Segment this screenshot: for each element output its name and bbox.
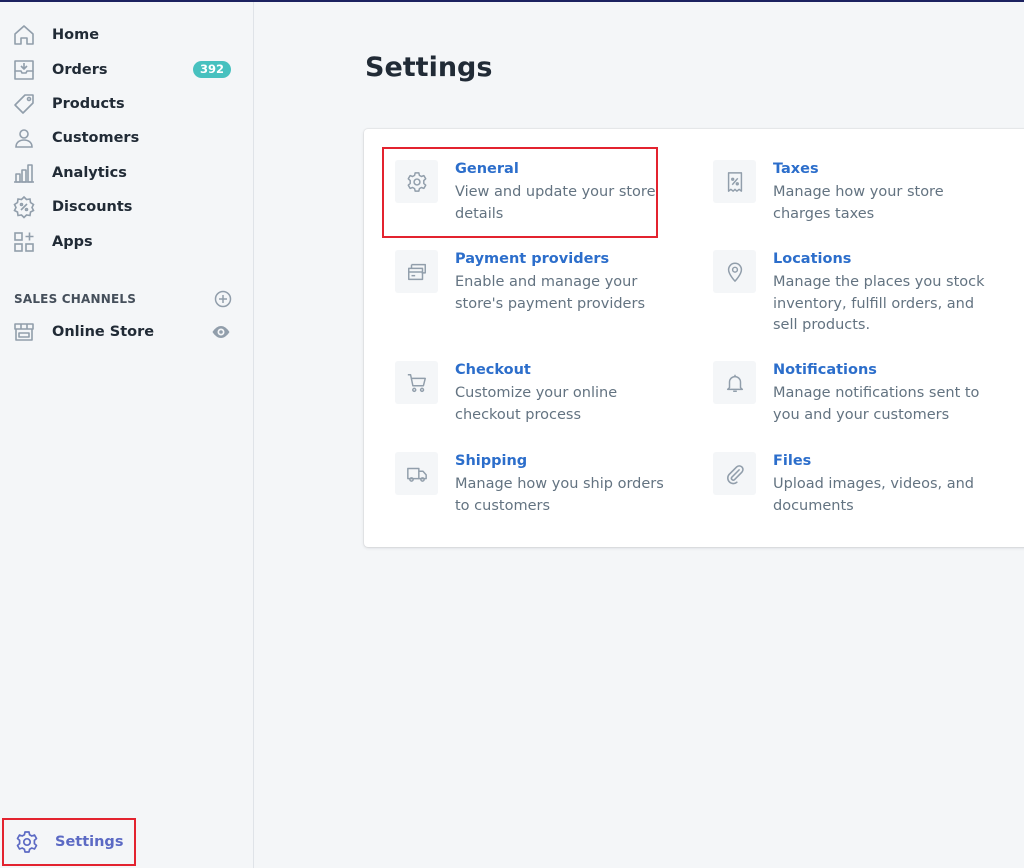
sidebar-item-label: Orders [52,61,108,78]
settings-item-general[interactable]: General View and update your store detai… [395,160,695,240]
settings-item-desc: Manage the places you stock inventory, f… [773,274,985,334]
orders-icon [12,58,36,82]
settings-item-title[interactable]: General [455,161,519,177]
sidebar-item-label: Customers [52,130,140,147]
sidebar-item-label: Online Store [52,324,155,340]
sidebar-item-label: Products [52,95,125,112]
apps-icon [12,230,36,254]
settings-item-title[interactable]: Taxes [773,161,819,177]
settings-item-payment-providers[interactable]: Payment providers Enable and manage your… [395,250,695,330]
sidebar-nav: Home Orders 392 Products Customers Analy… [0,18,253,259]
paperclip-icon [713,452,756,495]
sidebar-item-label: Analytics [52,164,127,181]
analytics-icon [12,161,36,185]
gear-icon [15,830,39,854]
settings-item-locations[interactable]: Locations Manage the places you stock in… [713,250,1013,333]
sales-channels-title: SALES CHANNELS [14,292,137,306]
sales-channels-header: SALES CHANNELS [14,289,232,309]
settings-item-desc: Customize your online checkout process [455,385,618,423]
settings-item-desc: Manage how your store charges taxes [773,184,944,222]
sidebar-item-products[interactable]: Products [0,87,253,121]
sidebar-item-settings[interactable]: Settings [2,818,136,866]
discounts-icon [12,195,36,219]
settings-item-shipping[interactable]: Shipping Manage how you ship orders to c… [395,452,695,532]
settings-item-title[interactable]: Locations [773,251,851,267]
online-store-icon [12,320,36,344]
location-pin-icon [713,250,756,293]
settings-card: General View and update your store detai… [364,129,1024,547]
sidebar-item-label: Apps [52,233,93,250]
settings-item-title[interactable]: Payment providers [455,251,609,267]
bell-icon [713,361,756,404]
settings-item-desc: Manage how you ship orders to customers [455,476,664,514]
sidebar-item-apps[interactable]: Apps [0,224,253,258]
settings-item-title[interactable]: Notifications [773,362,877,378]
settings-item-checkout[interactable]: Checkout Customize your online checkout … [395,361,695,441]
eye-icon[interactable] [211,323,231,341]
cart-icon [395,361,438,404]
settings-item-desc: Enable and manage your store's payment p… [455,274,645,312]
truck-icon [395,452,438,495]
settings-item-notifications[interactable]: Notifications Manage notifications sent … [713,361,1013,441]
sidebar-item-label: Home [52,27,100,44]
sidebar-item-orders[interactable]: Orders 392 [0,52,253,86]
sidebar-item-home[interactable]: Home [0,18,253,52]
sidebar-item-label: Discounts [52,199,133,216]
credit-card-icon [395,250,438,293]
sidebar: Home Orders 392 Products Customers Analy… [0,2,254,868]
add-channel-icon[interactable] [214,290,232,308]
sidebar-item-online-store[interactable]: Online Store [0,315,253,349]
settings-item-files[interactable]: Files Upload images, videos, and documen… [713,452,1013,532]
settings-item-desc: View and update your store details [455,184,656,222]
sidebar-item-customers[interactable]: Customers [0,121,253,155]
settings-item-taxes[interactable]: Taxes Manage how your store charges taxe… [713,160,1013,240]
settings-item-desc: Manage notifications sent to you and you… [773,385,980,423]
settings-item-title[interactable]: Checkout [455,362,531,378]
receipt-icon [713,160,756,203]
sidebar-item-analytics[interactable]: Analytics [0,156,253,190]
orders-count-badge: 392 [192,61,231,79]
settings-item-title[interactable]: Files [773,453,811,469]
gear-icon [395,160,438,203]
products-icon [12,92,36,116]
customers-icon [12,126,36,150]
sidebar-item-label: Settings [55,834,124,850]
settings-item-title[interactable]: Shipping [455,453,527,469]
sidebar-item-discounts[interactable]: Discounts [0,190,253,224]
settings-item-desc: Upload images, videos, and documents [773,476,975,514]
home-icon [12,23,36,47]
page-title: Settings [365,52,493,83]
